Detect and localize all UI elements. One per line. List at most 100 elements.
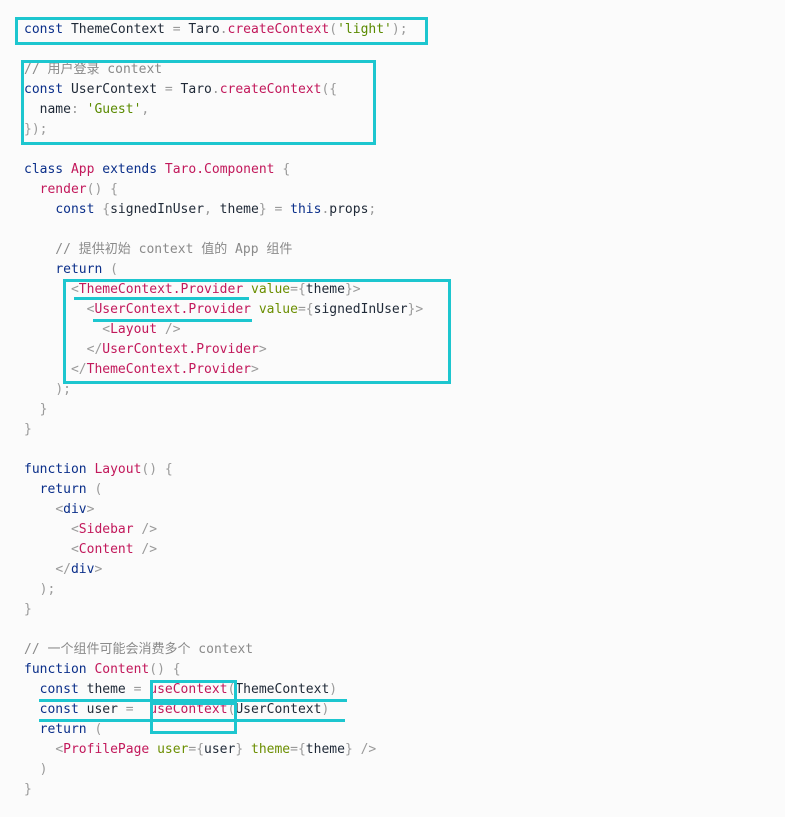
code-token-punc: } — [258, 202, 267, 217]
code-token-str: 'Guest' — [86, 102, 142, 117]
code-token-plain: ThemeContext — [63, 22, 173, 37]
code-token-punc: () { — [149, 662, 181, 677]
code-line: </div> — [24, 560, 423, 580]
code-token-plain: theme — [305, 282, 345, 297]
code-token-punc: ={ — [290, 742, 306, 757]
code-line: const UserContext = Taro.createContext({ — [24, 80, 423, 100]
code-line: const {signedInUser, theme} = this.props… — [24, 200, 423, 220]
code-token-punc: = — [125, 702, 134, 717]
code-line: render() { — [24, 180, 423, 200]
code-token-punc: . — [211, 82, 220, 97]
code-token-punc: < — [70, 282, 79, 297]
code-line: return ( — [24, 260, 423, 280]
code-line: const user = useContext(UserContext) — [24, 700, 423, 720]
code-token-kw: function — [24, 462, 87, 477]
code-token-plain: signedInUser — [110, 202, 205, 217]
code-token-tag: ThemeContext.Provider — [86, 362, 251, 377]
code-token-punc: } — [235, 742, 244, 757]
code-token-punc: </ — [86, 342, 103, 357]
code-token-kw: const — [55, 202, 95, 217]
code-line: ); — [24, 380, 423, 400]
code-token-plain: Taro — [180, 22, 220, 37]
code-token-fn: createContext — [227, 22, 330, 37]
code-token-punc: : — [70, 102, 79, 117]
code-token-tag: UserContext.Provider — [102, 342, 259, 357]
code-token-plain: Taro — [172, 82, 212, 97]
code-token-fn: useContext — [149, 702, 228, 717]
code-token-tag: ProfilePage — [63, 742, 150, 757]
code-token-punc: > — [258, 342, 267, 357]
code-line: // 提供初始 context 值的 App 组件 — [24, 240, 423, 260]
code-token-tag: Layout — [110, 322, 158, 337]
code-line: // 用户登录 context — [24, 60, 423, 80]
code-token-tag: ThemeContext.Provider — [78, 282, 244, 297]
code-line: <div> — [24, 500, 423, 520]
code-token-punc: } — [24, 422, 32, 437]
code-line: function Layout() { — [24, 460, 423, 480]
code-token-punc: } — [344, 742, 353, 757]
code-line: } — [24, 600, 423, 620]
code-token-punc: }> — [407, 302, 424, 317]
code-line: // 一个组件可能会消费多个 context — [24, 640, 423, 660]
code-token-str: 'light' — [337, 22, 392, 37]
code-token-fn: Layout — [94, 462, 142, 477]
code-token-punc: < — [70, 542, 79, 557]
code-line: <ProfilePage user={user} theme={theme} /… — [24, 740, 423, 760]
code-line: <UserContext.Provider value={signedInUse… — [24, 300, 424, 320]
code-token-fn: render — [39, 182, 87, 197]
code-token-punc: > — [86, 502, 95, 517]
code-token-punc: < — [102, 322, 111, 337]
code-line: return ( — [24, 480, 423, 500]
code-token-punc: > — [94, 562, 103, 577]
code-token-punc: }); — [24, 122, 48, 137]
code-token-attr: value — [258, 302, 298, 317]
code-token-punc: ) — [39, 762, 48, 777]
code-token-punc: /> — [141, 542, 158, 557]
code-token-punc: { — [282, 162, 291, 177]
code-token-punc: () { — [86, 182, 118, 197]
code-line: <Content /> — [24, 540, 423, 560]
code-token-punc: ); — [391, 22, 408, 37]
code-token-plain: UserContext — [63, 82, 165, 97]
code-line: name: 'Guest', — [24, 100, 423, 120]
code-token-plain: user — [204, 742, 236, 757]
code-token-fn: useContext — [149, 682, 228, 697]
code-token-kw: const — [39, 682, 79, 697]
code-token-tag: Sidebar — [78, 522, 134, 537]
code-line: ) — [24, 760, 423, 780]
code-token-tag: Content — [78, 542, 134, 557]
code-token-plain: user — [78, 702, 126, 717]
code-token-cls: Taro.Component — [164, 162, 275, 177]
code-token-punc: < — [55, 742, 64, 757]
code-token-punc: } — [39, 402, 48, 417]
code-token-kw: return — [39, 482, 87, 497]
code-token-punc: } — [24, 782, 32, 797]
code-token-plain: UserContext — [235, 702, 322, 717]
code-token-punc: } — [24, 602, 32, 617]
code-token-punc: /> — [141, 522, 158, 537]
